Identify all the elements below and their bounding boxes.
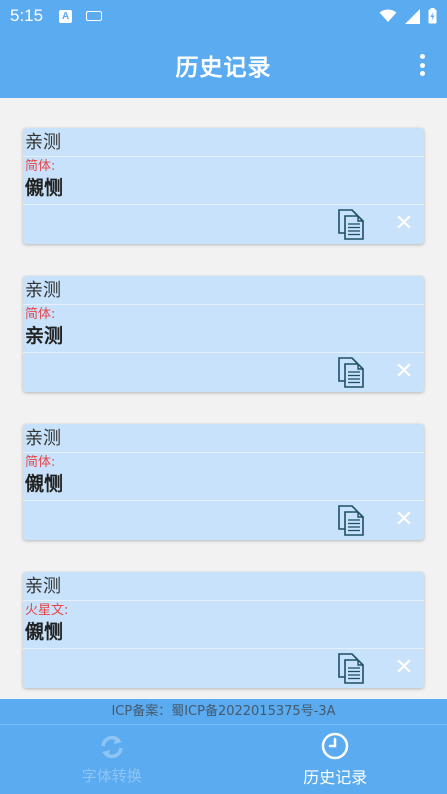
nav-label-font-convert: 字体转换: [81, 767, 142, 785]
history-result-text: 儭恻: [23, 471, 424, 501]
history-style-label: 简体:: [25, 307, 56, 322]
wifi-icon: [379, 9, 397, 22]
status-time: 5:15: [10, 6, 44, 25]
page-title: 历史记录: [175, 55, 272, 81]
history-card-actions: ✕: [23, 501, 424, 540]
history-result-text: 儭恻: [23, 619, 424, 649]
bottom-nav: 字体转换 历史记录: [0, 725, 447, 794]
close-icon[interactable]: ✕: [394, 361, 414, 383]
history-card: 亲测 火星文: 儭恻 ✕: [23, 572, 424, 688]
close-icon[interactable]: ✕: [394, 213, 414, 235]
history-card: 亲测 简体: 亲测 ✕: [23, 276, 424, 392]
history-style-label: 简体:: [25, 159, 56, 174]
history-card: 亲测 简体: 儭恻 ✕: [23, 424, 424, 540]
history-card-actions: ✕: [23, 649, 424, 688]
nav-item-font-convert[interactable]: 字体转换: [0, 725, 224, 794]
battery-icon: [428, 8, 437, 24]
status-system-icons: [379, 8, 437, 24]
more-vert-icon[interactable]: [419, 54, 425, 76]
status-bar: 5:15 A: [0, 0, 447, 32]
history-card: 亲测 简体: 儭恻 ✕: [23, 128, 424, 244]
app-bar: 历史记录: [0, 32, 447, 98]
close-icon[interactable]: ✕: [394, 657, 414, 679]
history-original-text: 亲测: [23, 128, 424, 157]
history-style-label: 火星文:: [25, 603, 69, 618]
copy-icon[interactable]: [337, 357, 365, 389]
status-notifications: A: [59, 9, 103, 23]
history-original-text: 亲测: [23, 424, 424, 453]
keyboard-icon: [86, 11, 103, 21]
signal-icon: [405, 8, 420, 24]
a-notification-icon: A: [59, 9, 73, 23]
sync-icon: [101, 735, 123, 759]
nav-item-history[interactable]: 历史记录: [224, 725, 447, 794]
nav-label-history: 历史记录: [303, 767, 368, 787]
history-original-text: 亲测: [23, 572, 424, 601]
history-card-actions: ✕: [23, 205, 424, 244]
history-style-label: 简体:: [25, 455, 56, 470]
history-card-actions: ✕: [23, 353, 424, 392]
history-original-text: 亲测: [23, 276, 424, 305]
clock-icon: [322, 732, 349, 759]
copy-icon[interactable]: [337, 209, 365, 241]
close-icon[interactable]: ✕: [394, 509, 414, 531]
copy-icon[interactable]: [337, 653, 365, 685]
history-result-text: 儭恻: [23, 175, 424, 205]
history-result-text: 亲测: [23, 323, 424, 353]
copy-icon[interactable]: [337, 505, 365, 537]
history-list[interactable]: 亲测 简体: 儭恻 ✕ 亲测 简体: 亲测 ✕ 亲测 简体: 儭恻 ✕ 亲测 火…: [0, 98, 447, 699]
icp-footer[interactable]: ICP备案：蜀ICP备2022015375号-3A: [0, 699, 447, 725]
